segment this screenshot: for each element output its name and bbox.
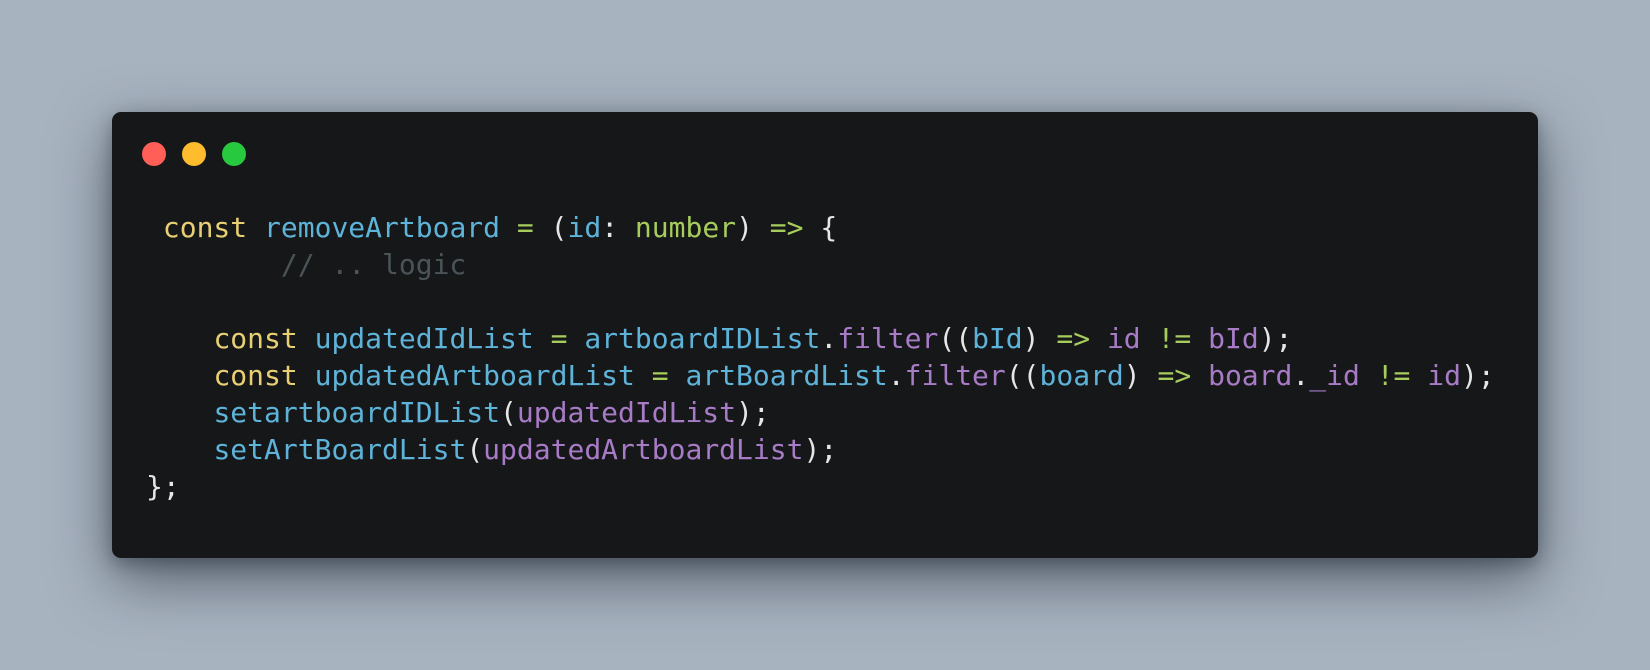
code-line [146, 283, 1495, 320]
code-token-op: => [1056, 322, 1091, 355]
code-token-ident: removeArtboard [264, 211, 501, 244]
code-token-punct: ( [550, 211, 568, 244]
code-token-punct: ) [1123, 359, 1141, 392]
code-token-ws [1191, 359, 1208, 392]
code-token-op: => [1157, 359, 1192, 392]
code-token-method: filter [904, 359, 1006, 392]
code-token-ws [567, 322, 584, 355]
code-token-ws [146, 433, 213, 466]
close-button[interactable] [142, 142, 166, 166]
code-token-ident: id [567, 211, 602, 244]
code-token-ws [753, 211, 770, 244]
code-token-punct: ); [1258, 322, 1293, 355]
code-token-ws [1191, 322, 1208, 355]
code-token-keyword: const [213, 359, 298, 392]
code-token-ws [146, 359, 213, 392]
code-token-ws [247, 211, 264, 244]
code-line: setArtBoardList(updatedArtboardList); [146, 431, 1495, 468]
window-controls [142, 142, 246, 166]
code-block: const removeArtboard = (id: number) => {… [146, 209, 1495, 505]
code-token-punct: { [820, 211, 838, 244]
code-token-ident: setartboardIDList [213, 396, 501, 429]
code-token-ident: board [1039, 359, 1124, 392]
code-window: const removeArtboard = (id: number) => {… [112, 112, 1538, 558]
code-token-method: filter [837, 322, 939, 355]
code-token-ws [1040, 322, 1057, 355]
code-token-ident: setArtBoardList [213, 433, 467, 466]
code-token-punct: }; [146, 470, 180, 503]
code-token-var: bId [1208, 322, 1259, 355]
code-token-ws [1141, 359, 1158, 392]
code-token-punct: ( [500, 396, 517, 429]
code-token-op: != [1157, 322, 1192, 355]
code-token-ident: bId [972, 322, 1023, 355]
code-token-ws [1090, 322, 1107, 355]
code-token-ws [1360, 359, 1377, 392]
code-line: const updatedArtboardList = artBoardList… [146, 357, 1495, 394]
code-token-ws [534, 322, 551, 355]
code-token-var: updatedArtboardList [483, 433, 804, 466]
code-token-ws [1141, 322, 1158, 355]
code-token-op: => [769, 211, 804, 244]
code-token-keyword: const [213, 322, 298, 355]
code-token-punct: . [1292, 359, 1310, 392]
code-token-punct: ); [1460, 359, 1495, 392]
code-token-op: = [550, 322, 568, 355]
code-token-ws [534, 211, 551, 244]
code-token-ident: artBoardList [685, 359, 888, 392]
code-token-op: != [1376, 359, 1411, 392]
code-line: }; [146, 468, 1495, 505]
code-line: const removeArtboard = (id: number) => { [146, 209, 1495, 246]
code-token-var: _id [1309, 359, 1360, 392]
code-token-var: board [1208, 359, 1293, 392]
code-token-ws [146, 285, 163, 318]
code-line: const updatedIdList = artboardIDList.fil… [146, 320, 1495, 357]
code-token-ws [146, 248, 281, 281]
code-token-var: id [1427, 359, 1461, 392]
code-token-punct: ) [1022, 322, 1040, 355]
code-token-punct: ); [736, 396, 770, 429]
code-token-ws [298, 359, 315, 392]
code-token-var: id [1106, 322, 1141, 355]
maximize-button[interactable] [222, 142, 246, 166]
code-token-ident: artboardIDList [584, 322, 821, 355]
code-line: setartboardIDList(updatedIdList); [146, 394, 1495, 431]
code-token-ws [146, 211, 163, 244]
code-token-ws [1410, 359, 1427, 392]
code-token-ws [146, 322, 213, 355]
code-token-punct: ); [803, 433, 838, 466]
code-line: // .. logic [146, 246, 1495, 283]
code-token-punct: . [887, 359, 905, 392]
code-token-keyword: const [162, 211, 248, 244]
code-token-ident: updatedIdList [314, 322, 534, 355]
code-token-ws [669, 359, 686, 392]
code-token-var: updatedIdList [516, 396, 737, 429]
code-token-punct: ( [466, 433, 484, 466]
code-token-punct: . [820, 322, 838, 355]
code-token-ident: updatedArtboardList [314, 359, 635, 392]
code-token-ws [146, 396, 213, 429]
code-token-ws [500, 211, 517, 244]
code-token-punct: ) [736, 211, 753, 244]
code-token-ws [298, 322, 315, 355]
code-token-punct: (( [1005, 359, 1040, 392]
code-token-op: = [651, 359, 669, 392]
code-token-punct: (( [938, 322, 973, 355]
code-token-op: = [516, 211, 534, 244]
code-token-type: number [634, 211, 737, 244]
code-token-ws [635, 359, 652, 392]
minimize-button[interactable] [182, 142, 206, 166]
code-token-comment: // .. logic [280, 248, 467, 281]
code-token-punct: : [601, 211, 635, 244]
code-token-ws [804, 211, 821, 244]
